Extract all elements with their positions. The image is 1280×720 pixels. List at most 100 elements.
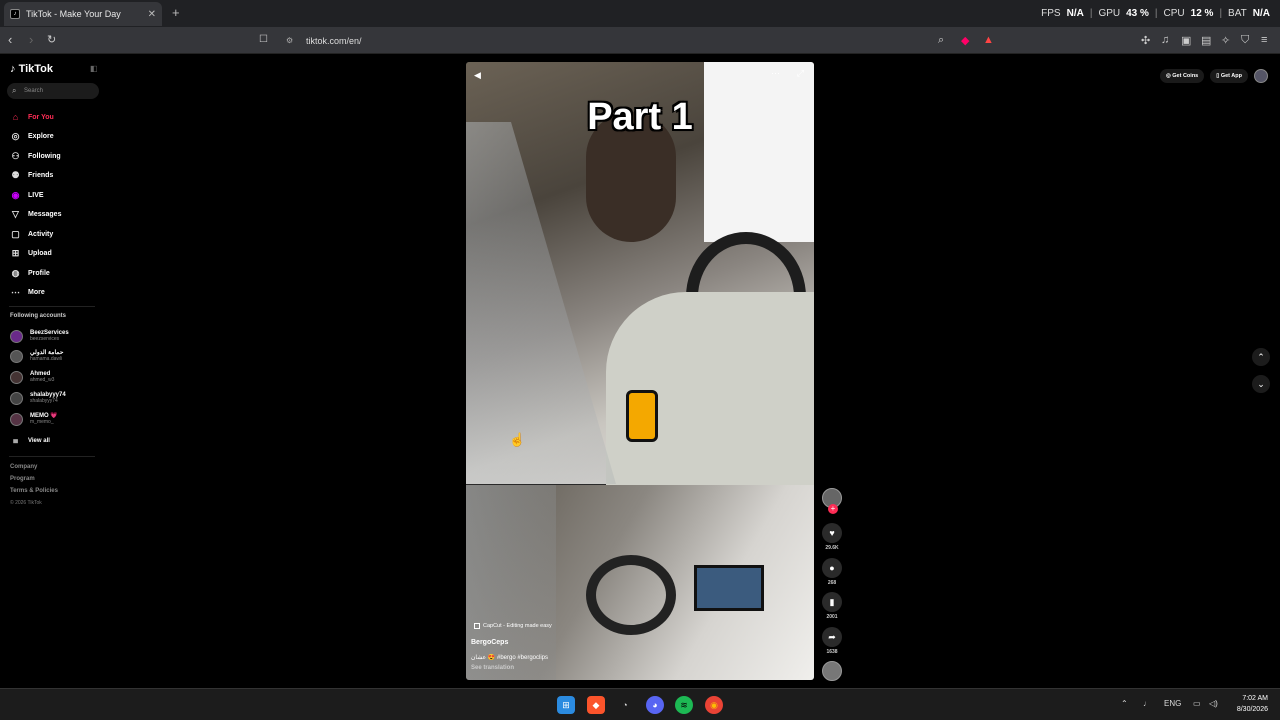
music-disc[interactable] [820, 661, 844, 681]
capcut-label: CapCut - Editing made easy [483, 623, 552, 629]
footer-program-link[interactable]: Program [10, 476, 35, 482]
app-icon[interactable]: ◔ [616, 696, 634, 714]
media-icon[interactable]: ♫ [1161, 34, 1169, 46]
divider [9, 306, 95, 307]
new-tab-button[interactable]: + [172, 5, 180, 20]
nav-activity[interactable]: ▢ Activity [9, 227, 53, 241]
steering-wheel [586, 555, 676, 635]
account-item[interactable]: حمامة الدولي hamama.dawli [10, 347, 63, 365]
system-clock[interactable]: 7:02 AM 8/30/2026 [1237, 693, 1268, 715]
view-all-link[interactable]: ≣ View all [9, 434, 50, 448]
microphone-icon[interactable]: ♩ [1143, 699, 1151, 708]
discord-icon[interactable]: ◕ [646, 696, 664, 714]
sidebar: ♪ TikTok ◧ ⌕ Search ⌂ For You ◎ Explore ⚇ F… [0, 54, 110, 688]
follow-plus-icon[interactable]: + [828, 504, 838, 514]
video-more-icon[interactable]: ⋯ [771, 68, 780, 79]
address-bar[interactable]: ⚙ tiktok.com/en/ [280, 31, 1000, 51]
get-coins-button[interactable]: ◎ Get Coins [1159, 69, 1205, 83]
get-app-button[interactable]: ▯ Get App [1210, 69, 1248, 83]
zoom-icon[interactable]: ⌕ [938, 34, 944, 47]
share-count: 1638 [826, 649, 838, 655]
nav-upload[interactable]: ⊞ Upload [9, 246, 52, 260]
vpn-icon[interactable]: ⛉ [1241, 34, 1249, 47]
account-handle: m_memo_ [30, 419, 54, 425]
search-icon: ⌕ [12, 86, 17, 95]
nav-label: More [28, 288, 45, 296]
wallet-icon[interactable]: ▤ [1201, 34, 1211, 47]
collapse-sidebar-icon[interactable]: ◧ [90, 64, 98, 73]
spotify-icon[interactable]: ≋ [675, 696, 693, 714]
bookmark-icon[interactable]: ☐ [259, 33, 268, 47]
nav-live[interactable]: ◉ LIVE [9, 188, 44, 202]
like-action[interactable]: ♥ 29.6K [820, 523, 844, 551]
tiktok-favicon-icon: ♪ [10, 9, 20, 19]
menu-icon[interactable]: ≡ [1261, 34, 1267, 46]
account-item[interactable]: shalabyyy74 shalabyyy74 [10, 389, 66, 407]
volume-tray-icon[interactable]: ◁) [1209, 699, 1218, 708]
windows-start-icon[interactable]: ⊞ [557, 696, 575, 714]
video-actions: + ♥ 29.6K ● 268 ▮ 2001 ➦ 1638 [820, 488, 844, 688]
see-translation-link[interactable]: See translation [471, 665, 514, 671]
close-tab-icon[interactable]: ✕ [148, 9, 156, 20]
account-item[interactable]: BeezServices beezservices [10, 327, 69, 345]
nav-label: Messages [28, 210, 62, 218]
fps-value: N/A [1066, 8, 1084, 19]
footer-company-link[interactable]: Company [10, 464, 37, 470]
brave-rewards-icon[interactable]: ▲ [983, 34, 994, 46]
nav-more[interactable]: ⋯ More [9, 285, 45, 299]
capcut-tag[interactable]: CapCut - Editing made easy [474, 623, 552, 629]
user-avatar[interactable] [1254, 69, 1268, 83]
comment-icon[interactable]: ● [822, 558, 842, 578]
next-video-button[interactable]: ⌄ [1252, 375, 1270, 393]
show-hidden-icons[interactable]: ⌃ [1121, 699, 1128, 708]
fps-label: FPS [1041, 8, 1061, 19]
tiktok-page: ♪ TikTok ◧ ⌕ Search ⌂ For You ◎ Explore ⚇ F… [0, 54, 1280, 688]
nav-label: Friends [28, 171, 54, 179]
avatar [10, 391, 23, 405]
footer-terms-link[interactable]: Terms & Policies [10, 488, 58, 494]
clock-time: 7:02 AM [1242, 695, 1268, 702]
sidebar-toggle-icon[interactable]: ▣ [1181, 34, 1191, 47]
video-player[interactable]: Part 1 ◀ ⋯ ⤢ CapCut - Editing made easy … [466, 62, 814, 680]
nav-friends[interactable]: ⚉ Friends [9, 168, 53, 182]
account-handle: beezservices [30, 336, 60, 342]
browser-tab[interactable]: ♪ TikTok - Make Your Day ✕ [4, 2, 162, 26]
extensions-icon[interactable]: ✣ [1141, 34, 1150, 47]
chrome-icon[interactable]: ◉ [705, 696, 723, 714]
browser-tab-bar: ♪ TikTok - Make Your Day ✕ + FPS N/A | GP… [0, 0, 1280, 27]
site-info-icon[interactable]: ⚙ [286, 31, 293, 51]
share-icon[interactable]: ➦ [822, 627, 842, 647]
brave-browser-icon[interactable]: ◆ [587, 696, 605, 714]
nav-for-you[interactable]: ⌂ For You [9, 110, 54, 124]
volume-icon[interactable]: ◀ [474, 70, 481, 81]
nav-explore[interactable]: ◎ Explore [9, 129, 54, 143]
language-indicator[interactable]: ENG [1164, 699, 1181, 708]
account-item[interactable]: MEMO 💗 m_memo_ [10, 410, 58, 428]
comment-action[interactable]: ● 268 [820, 558, 844, 586]
friends-icon: ⚉ [11, 169, 20, 180]
creator-avatar[interactable]: + [820, 488, 844, 514]
previous-video-button[interactable]: ⌃ [1252, 348, 1270, 366]
forward-icon[interactable]: › [29, 33, 33, 47]
heart-icon[interactable]: ♥ [822, 523, 842, 543]
back-icon[interactable]: ‹ [8, 33, 12, 47]
fullscreen-icon[interactable]: ⤢ [797, 68, 804, 79]
nav-following[interactable]: ⚇ Following [9, 149, 60, 163]
windows-taskbar: ⊞ ◆ ◔ ◕ ≋ ◉ ⌃ ♩ ENG ▭ ◁) 7:02 AM 8/30/20… [0, 688, 1280, 720]
video-username[interactable]: BergoCeps [471, 639, 508, 646]
upload-icon: ⊞ [11, 247, 20, 258]
nav-label: Activity [28, 230, 54, 238]
nav-profile[interactable]: ◍ Profile [9, 266, 50, 280]
share-action[interactable]: ➦ 1638 [820, 627, 844, 655]
tiktok-logo[interactable]: ♪ TikTok [10, 63, 53, 75]
home-icon: ⌂ [12, 112, 19, 122]
reload-icon[interactable]: ↻ [47, 33, 56, 47]
account-item[interactable]: Ahmed ahmed_w3 [10, 368, 54, 386]
leo-ai-icon[interactable]: ✧ [1221, 34, 1230, 47]
bookmark-icon[interactable]: ▮ [822, 592, 842, 612]
brave-shield-icon[interactable]: ◆ [961, 34, 969, 47]
nav-messages[interactable]: ▽ Messages [9, 207, 61, 221]
network-icon[interactable]: ▭ [1193, 699, 1201, 708]
search-input[interactable]: ⌕ Search [7, 83, 99, 99]
save-action[interactable]: ▮ 2001 [820, 592, 844, 620]
